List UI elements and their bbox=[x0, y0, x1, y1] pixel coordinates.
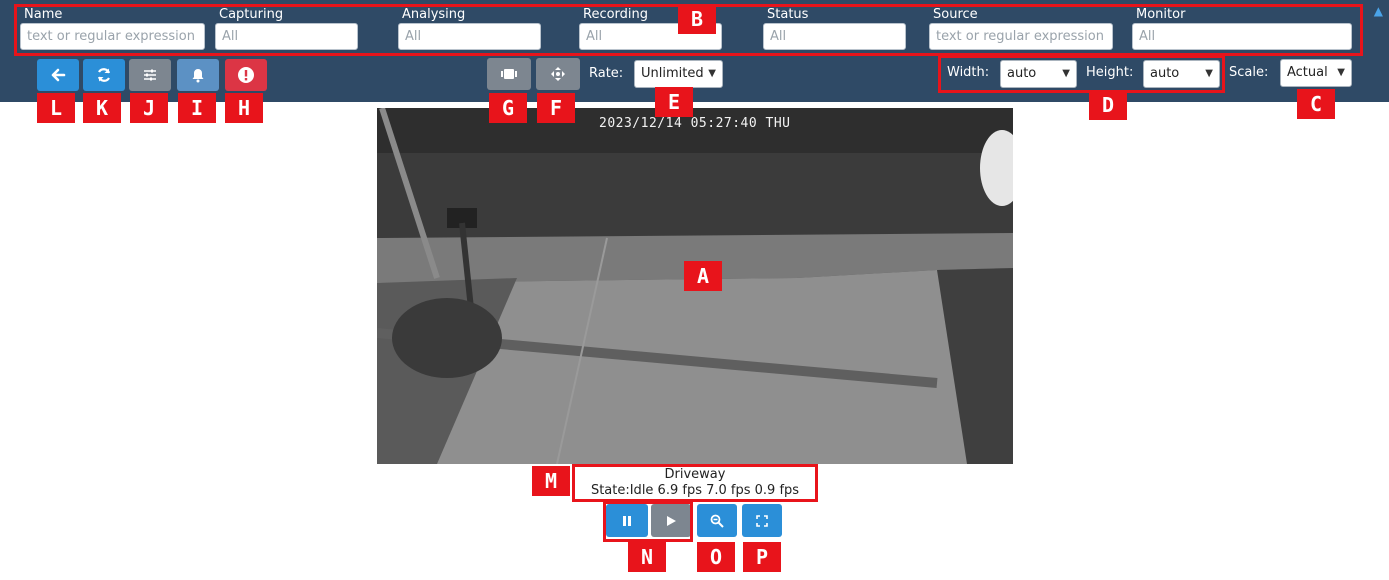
chevron-down-icon: ▼ bbox=[1337, 67, 1345, 78]
cycle-button[interactable] bbox=[487, 58, 531, 90]
scale-select[interactable]: Actual ▼ bbox=[1280, 59, 1352, 87]
annotation-label-a: A bbox=[684, 261, 722, 291]
move-arrows-icon bbox=[551, 67, 565, 81]
chevron-down-icon: ▼ bbox=[708, 68, 716, 79]
annotation-label-k: K bbox=[83, 93, 121, 123]
arrow-left-icon bbox=[51, 68, 66, 82]
annotation-label-m: M bbox=[532, 466, 570, 496]
rate-select[interactable]: Unlimited ▼ bbox=[634, 60, 723, 88]
fullscreen-icon bbox=[756, 514, 768, 527]
rate-value: Unlimited bbox=[641, 66, 704, 81]
annotation-label-g: G bbox=[489, 93, 527, 123]
annotation-label-e: E bbox=[655, 87, 693, 117]
exclamation-circle-icon bbox=[238, 67, 254, 83]
annotation-label-d: D bbox=[1089, 90, 1127, 120]
settings-button[interactable] bbox=[129, 59, 171, 91]
scale-label: Scale: bbox=[1229, 65, 1269, 80]
refresh-button[interactable] bbox=[83, 59, 125, 91]
annotation-label-c: C bbox=[1297, 89, 1335, 119]
fullscreen-button[interactable] bbox=[742, 504, 782, 537]
annotation-box-d bbox=[938, 55, 1225, 93]
refresh-icon bbox=[97, 68, 111, 82]
annotation-label-o: O bbox=[697, 542, 735, 572]
annotation-label-f: F bbox=[537, 93, 575, 123]
alarm-button[interactable] bbox=[177, 59, 219, 91]
annotation-label-i: I bbox=[178, 93, 216, 123]
ptz-button[interactable] bbox=[536, 58, 580, 90]
annotation-label-b: B bbox=[678, 4, 716, 34]
chevron-up-icon[interactable]: ▲ bbox=[1374, 4, 1383, 18]
video-timestamp: 2023/12/14 05:27:40 THU bbox=[599, 116, 791, 131]
annotation-label-j: J bbox=[130, 93, 168, 123]
annotation-label-p: P bbox=[743, 542, 781, 572]
scale-value: Actual bbox=[1287, 65, 1328, 80]
bell-icon bbox=[192, 69, 204, 83]
zoom-out-icon bbox=[710, 514, 724, 528]
rate-label: Rate: bbox=[589, 66, 624, 81]
force-alarm-button[interactable] bbox=[225, 59, 267, 91]
annotation-box-m bbox=[572, 464, 818, 502]
annotation-label-l: L bbox=[37, 93, 75, 123]
annotation-label-n: N bbox=[628, 542, 666, 572]
annotation-box-n bbox=[603, 501, 693, 542]
sliders-icon bbox=[144, 69, 156, 81]
back-button[interactable] bbox=[37, 59, 79, 91]
annotation-label-h: H bbox=[225, 93, 263, 123]
zoom-out-button[interactable] bbox=[697, 504, 737, 537]
film-icon bbox=[501, 69, 517, 79]
